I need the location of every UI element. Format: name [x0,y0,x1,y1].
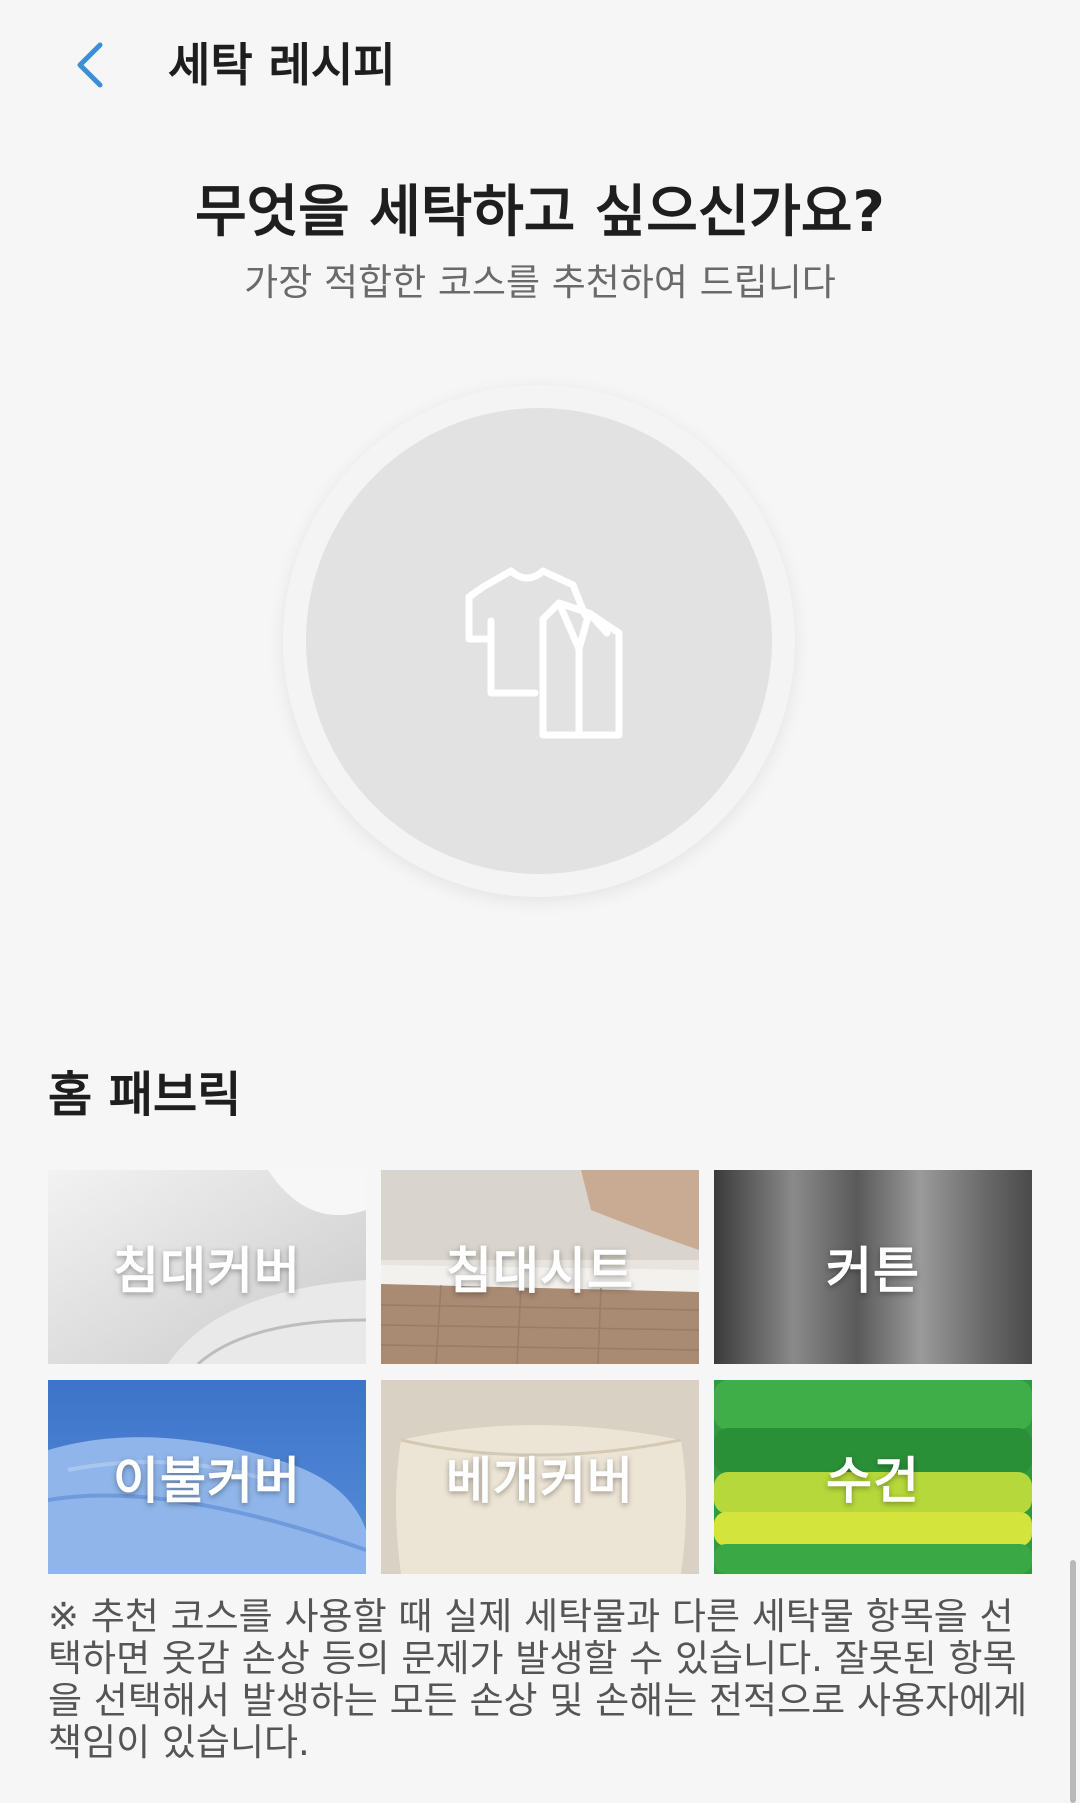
category-tile-bed-sheet[interactable]: 침대시트 [381,1170,699,1364]
tile-label: 이불커버 [113,1452,301,1510]
category-tile-pillow-cover[interactable]: 베개커버 [381,1380,699,1574]
tile-label: 수건 [826,1452,920,1510]
back-button[interactable] [60,30,120,100]
selected-item-inner [306,408,772,874]
question-subtitle: 가장 적합한 코스를 추천하여 드립니다 [244,261,836,304]
laundry-recipe-screen: 세탁 레시피 무엇을 세탁하고 싶으신가요? 가장 적합한 코스를 추천하여 드… [0,0,1080,1803]
scrollbar[interactable] [1070,1560,1076,1803]
warning-notice: ※ 추천 코스를 사용할 때 실제 세탁물과 다른 세탁물 항목을 선택하면 옷… [48,1595,1028,1764]
category-tile-towel[interactable]: 수건 [714,1380,1032,1574]
page-title: 세탁 레시피 [168,38,396,92]
clothes-shirts-icon [465,567,623,739]
app-header: 세탁 레시피 [0,0,1080,128]
tile-label: 베개커버 [446,1452,634,1510]
category-tile-duvet-cover[interactable]: 이불커버 [48,1380,366,1574]
category-tile-curtain[interactable]: 커튼 [714,1170,1032,1364]
chevron-left-icon [77,42,103,88]
selected-item-circle[interactable] [283,385,795,897]
tile-label: 침대커버 [113,1242,301,1300]
tile-label: 커튼 [826,1242,920,1300]
section-title: 홈 패브릭 [48,1067,242,1123]
tile-label: 침대시트 [446,1242,634,1300]
question-heading: 무엇을 세탁하고 싶으신가요? [195,180,885,245]
category-tile-bed-cover[interactable]: 침대커버 [48,1170,366,1364]
